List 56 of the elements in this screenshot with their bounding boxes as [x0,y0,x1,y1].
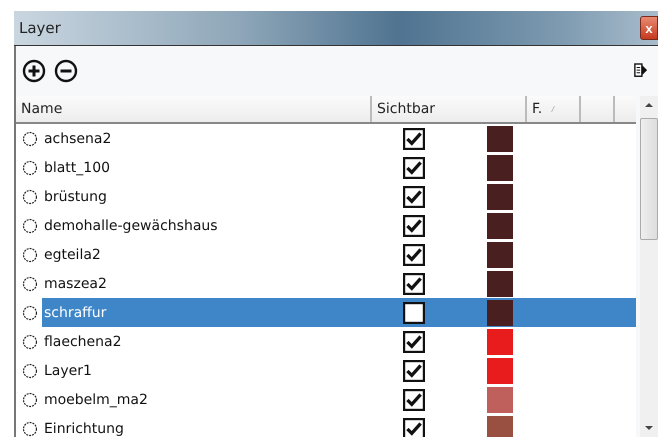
layer-name[interactable]: schraffur [42,298,276,327]
column-header[interactable]: Name [16,96,372,122]
visibility-checkbox[interactable] [403,272,426,294]
scroll-thumb[interactable] [640,118,658,240]
layer-name[interactable]: blatt_100 [42,153,276,182]
window-title: Layer [18,19,61,37]
color-swatch[interactable] [487,270,514,296]
radio-button[interactable] [22,392,38,408]
layer-name[interactable]: moebelm_ma2 [42,385,276,414]
radio-button[interactable] [22,218,38,234]
radio-button[interactable] [22,304,38,320]
layer-name[interactable]: egteila2 [42,240,276,269]
radio-button[interactable] [22,130,38,146]
scroll-up-icon[interactable] [644,102,654,108]
layer-name[interactable]: maszea2 [42,269,276,298]
close-button[interactable]: x [640,16,658,40]
visibility-checkbox[interactable] [403,330,426,352]
radio-button[interactable] [22,246,38,262]
color-swatch[interactable] [487,300,514,326]
visibility-checkbox[interactable] [403,388,426,410]
color-swatch[interactable] [487,416,514,437]
scroll-down-icon[interactable] [644,425,654,431]
radio-button[interactable] [22,160,38,176]
radio-button[interactable] [22,188,38,204]
layer-name[interactable]: flaechena2 [42,327,276,356]
color-swatch[interactable] [487,184,514,210]
color-swatch[interactable] [487,212,514,238]
pencil-icon [550,104,556,114]
layer-name[interactable]: brüstung [42,182,276,211]
color-swatch[interactable] [487,358,514,384]
layer-name[interactable]: demohalle-gewächshaus [42,211,276,240]
visibility-checkbox[interactable] [403,360,426,382]
color-swatch[interactable] [487,154,514,180]
column-header[interactable]: F. [527,96,581,122]
color-swatch[interactable] [487,386,514,412]
radio-button[interactable] [22,420,38,436]
radio-button[interactable] [22,362,38,378]
visibility-checkbox[interactable] [403,156,426,178]
visibility-checkbox[interactable] [403,244,426,266]
visibility-checkbox[interactable] [403,418,426,437]
layer-name[interactable]: achsena2 [42,124,276,153]
add-icon[interactable] [22,59,46,83]
column-header[interactable]: Sichtbar [372,96,527,122]
radio-button[interactable] [22,334,38,350]
color-swatch[interactable] [487,242,514,268]
visibility-checkbox[interactable] [403,214,426,236]
color-swatch[interactable] [487,328,514,354]
scrollbar[interactable] [640,96,658,437]
remove-icon[interactable] [54,59,78,83]
layer-name[interactable]: Layer1 [42,356,276,385]
layer-name[interactable]: Einrichtung [42,414,276,437]
radio-button[interactable] [22,276,38,292]
visibility-checkbox[interactable] [403,128,426,150]
visibility-checkbox[interactable] [403,302,426,324]
color-swatch[interactable] [487,126,514,152]
visibility-checkbox[interactable] [403,186,426,208]
